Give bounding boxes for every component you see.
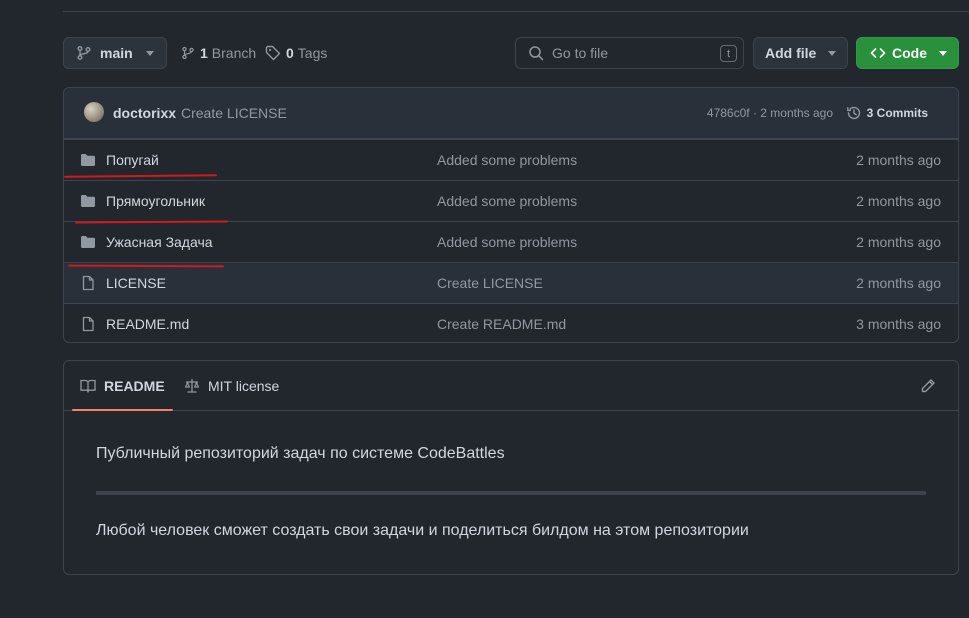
chevron-down-icon (939, 51, 947, 56)
keyboard-shortcut-hint: t (720, 45, 737, 62)
add-file-label: Add file (765, 45, 817, 61)
branch-icon (182, 46, 194, 60)
tab-license-label: MIT license (208, 377, 280, 394)
pencil-icon[interactable] (920, 378, 936, 394)
commits-link[interactable]: 3 Commits (846, 105, 928, 121)
tab-readme[interactable]: README (72, 361, 173, 411)
readme-tabs: README MIT license (64, 361, 958, 411)
branch-label: Branch (211, 45, 257, 61)
file-date: 2 months ago (856, 152, 941, 168)
file-date: 2 months ago (856, 275, 941, 291)
file-commit-message[interactable]: Added some problems (437, 193, 577, 209)
repo-toolbar: main 1 Branch 0 Tags t Add file Code (63, 37, 959, 69)
folder-icon (81, 154, 95, 166)
table-row[interactable]: Прямоугольник Added some problems 2 mont… (64, 180, 958, 221)
file-name[interactable]: LICENSE (106, 275, 166, 291)
commits-count: 3 (866, 106, 874, 120)
chevron-down-icon (828, 51, 836, 56)
file-commit-message[interactable]: Create LICENSE (437, 275, 543, 291)
book-icon (80, 379, 96, 393)
table-row[interactable]: Ужасная Задача Added some problems 2 mon… (64, 221, 958, 262)
tag-label: Tags (297, 45, 328, 61)
commits-label: Commits (876, 106, 928, 120)
branch-name: main (100, 45, 133, 61)
commit-author[interactable]: doctorixx (113, 105, 176, 121)
branches-link[interactable]: 1 Branch (181, 37, 256, 69)
tab-license[interactable]: MIT license (184, 361, 279, 410)
table-row[interactable]: README.md Create README.md 3 months ago (64, 303, 958, 342)
branch-count: 1 (200, 45, 208, 61)
readme-paragraph: Публичный репозиторий задач по системе C… (96, 445, 505, 462)
file-date: 2 months ago (856, 234, 941, 250)
file-name[interactable]: Попугай (106, 152, 159, 168)
commit-hash-time[interactable]: 4786c0f · 2 months ago (707, 106, 833, 120)
table-row[interactable]: LICENSE Create LICENSE 2 months ago (64, 262, 958, 303)
tags-link[interactable]: 0 Tags (265, 37, 327, 69)
file-commit-message[interactable]: Added some problems (437, 234, 577, 250)
branch-selector-button[interactable]: main (63, 37, 167, 69)
tag-icon (265, 45, 281, 61)
search-input[interactable] (552, 45, 702, 61)
latest-commit-bar: doctorixx Create LICENSE 4786c0f · 2 mon… (64, 88, 958, 139)
tab-readme-label: README (104, 377, 165, 394)
code-icon (870, 48, 886, 58)
code-button[interactable]: Code (856, 37, 959, 69)
code-label: Code (892, 45, 927, 61)
go-to-file-search[interactable]: t (515, 37, 744, 69)
folder-icon (81, 236, 95, 248)
branch-icon (77, 46, 91, 60)
readme-panel: README MIT license Публичный репозиторий… (63, 360, 959, 575)
file-name[interactable]: README.md (106, 316, 189, 332)
file-date: 2 months ago (856, 193, 941, 209)
readme-paragraph: Любой человек сможет создать свои задачи… (96, 522, 749, 539)
file-table: doctorixx Create LICENSE 4786c0f · 2 mon… (63, 87, 959, 343)
chevron-down-icon (146, 51, 154, 56)
avatar[interactable] (84, 102, 104, 122)
file-commit-message[interactable]: Added some problems (437, 152, 577, 168)
tag-count: 0 (286, 45, 294, 61)
scale-icon (184, 378, 200, 393)
file-name[interactable]: Ужасная Задача (106, 234, 213, 250)
add-file-button[interactable]: Add file (753, 37, 848, 69)
search-icon (529, 46, 544, 61)
top-divider (63, 11, 969, 12)
file-icon (82, 316, 94, 332)
file-name[interactable]: Прямоугольник (106, 193, 205, 209)
file-icon (82, 275, 94, 291)
file-commit-message[interactable]: Create README.md (437, 316, 566, 332)
commit-message[interactable]: Create LICENSE (181, 105, 287, 121)
horizontal-rule (96, 491, 926, 495)
file-date: 3 months ago (856, 316, 941, 332)
folder-icon (81, 195, 95, 207)
history-icon (846, 106, 860, 120)
